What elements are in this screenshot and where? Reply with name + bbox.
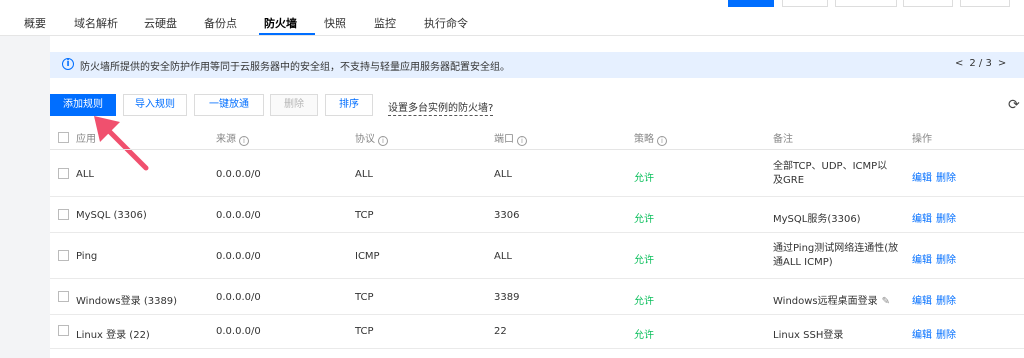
delete-link[interactable]: 删除 bbox=[936, 326, 956, 341]
row-divider bbox=[50, 348, 1024, 349]
cell-port: 3389 bbox=[494, 292, 520, 303]
delete-link[interactable]: 删除 bbox=[936, 251, 956, 266]
notice-text: 防火墙所提供的安全防护作用等同于云服务器中的安全组，不支持与轻量应用服务器配置安… bbox=[80, 62, 510, 73]
pager-next-icon[interactable]: > bbox=[998, 58, 1006, 69]
cell-note-text: Windows远程桌面登录 bbox=[773, 296, 878, 307]
cell-note: 通过Ping测试网络连通性(放通ALL ICMP) bbox=[773, 243, 899, 268]
top-action-button[interactable] bbox=[960, 0, 1010, 7]
delete-link[interactable]: 删除 bbox=[936, 292, 956, 307]
cell-port: ALL bbox=[494, 169, 512, 180]
column-ops: 操作 bbox=[912, 134, 932, 145]
row-checkbox[interactable] bbox=[58, 325, 69, 336]
pager-text: 2 / 3 bbox=[969, 58, 992, 69]
firewall-panel bbox=[50, 36, 1024, 358]
info-icon[interactable]: i bbox=[378, 136, 388, 146]
column-source: 来源 i bbox=[216, 130, 249, 146]
delete-button[interactable]: 删除 bbox=[270, 94, 318, 116]
cell-app: Linux 登录 (22) bbox=[76, 330, 150, 341]
row-divider bbox=[50, 314, 1024, 315]
cell-policy: 允许 bbox=[634, 173, 654, 184]
edit-link[interactable]: 编辑 bbox=[912, 292, 932, 307]
tab-run-command[interactable]: 执行命令 bbox=[424, 15, 468, 31]
edit-link[interactable]: 编辑 bbox=[912, 251, 932, 266]
tab-overview[interactable]: 概要 bbox=[24, 15, 46, 31]
tab-backup[interactable]: 备份点 bbox=[204, 15, 237, 31]
top-action-button[interactable] bbox=[903, 0, 953, 7]
top-action-button[interactable] bbox=[782, 0, 828, 7]
one-click-allow-button[interactable]: 一键放通 bbox=[194, 94, 264, 116]
cell-source: 0.0.0.0/0 bbox=[216, 292, 261, 303]
cell-source: 0.0.0.0/0 bbox=[216, 210, 261, 221]
cell-app: Windows登录 (3389) bbox=[76, 296, 178, 307]
cell-source: 0.0.0.0/0 bbox=[216, 251, 261, 262]
tab-firewall[interactable]: 防火墙 bbox=[264, 15, 297, 31]
row-checkbox[interactable] bbox=[58, 168, 69, 179]
row-checkbox[interactable] bbox=[58, 209, 69, 220]
edit-link[interactable]: 编辑 bbox=[912, 169, 932, 184]
delete-link[interactable]: 删除 bbox=[936, 169, 956, 184]
pager-prev-icon[interactable]: < bbox=[955, 58, 963, 69]
notice-pager: <2 / 3 > bbox=[955, 58, 1012, 69]
column-port: 端口 i bbox=[494, 130, 527, 146]
row-divider bbox=[50, 232, 1024, 233]
cell-policy: 允许 bbox=[634, 214, 654, 225]
cell-app: Ping bbox=[76, 251, 98, 262]
tab-monitor[interactable]: 监控 bbox=[374, 15, 396, 31]
cell-note: Linux SSH登录 bbox=[773, 330, 844, 341]
tab-dns[interactable]: 域名解析 bbox=[74, 15, 118, 31]
cell-note: MySQL服务(3306) bbox=[773, 214, 861, 225]
sort-button[interactable]: 排序 bbox=[325, 94, 373, 116]
tab-snapshot[interactable]: 快照 bbox=[324, 15, 346, 31]
cell-protocol: ALL bbox=[355, 169, 373, 180]
column-app: 应用 bbox=[76, 134, 96, 145]
cell-port: ALL bbox=[494, 251, 512, 262]
cell-protocol: TCP bbox=[355, 326, 374, 337]
edit-link[interactable]: 编辑 bbox=[912, 210, 932, 225]
edit-link[interactable]: 编辑 bbox=[912, 326, 932, 341]
column-protocol: 协议 i bbox=[355, 130, 388, 146]
cell-app: MySQL (3306) bbox=[76, 210, 147, 221]
column-note: 备注 bbox=[773, 134, 793, 145]
multi-instance-firewall-link[interactable]: 设置多台实例的防火墙? bbox=[388, 99, 494, 116]
row-divider bbox=[50, 196, 1024, 197]
top-action-button[interactable] bbox=[728, 0, 774, 7]
cell-note: 全部TCP、UDP、ICMP以及GRE bbox=[773, 161, 888, 186]
info-icon: i bbox=[62, 58, 74, 70]
cell-source: 0.0.0.0/0 bbox=[216, 169, 261, 180]
row-checkbox[interactable] bbox=[58, 291, 69, 302]
cell-note: Windows远程桌面登录 ✎ bbox=[773, 292, 890, 307]
info-icon[interactable]: i bbox=[239, 136, 249, 146]
cell-policy: 允许 bbox=[634, 296, 654, 307]
cell-protocol: ICMP bbox=[355, 251, 380, 262]
column-policy: 策略 i bbox=[634, 130, 667, 146]
delete-link[interactable]: 删除 bbox=[936, 210, 956, 225]
cell-protocol: TCP bbox=[355, 210, 374, 221]
table-header bbox=[50, 124, 1024, 150]
cell-port: 22 bbox=[494, 326, 507, 337]
tab-cloud-disk[interactable]: 云硬盘 bbox=[144, 15, 177, 31]
active-tab-indicator bbox=[259, 33, 315, 35]
cell-app: ALL bbox=[76, 169, 94, 180]
pencil-icon[interactable]: ✎ bbox=[882, 296, 890, 307]
info-icon[interactable]: i bbox=[657, 136, 667, 146]
tab-bar: 概要 域名解析 云硬盘 备份点 防火墙 快照 监控 执行命令 bbox=[0, 0, 1024, 36]
cell-policy: 允许 bbox=[634, 330, 654, 341]
select-all-checkbox[interactable] bbox=[58, 132, 69, 143]
cell-protocol: TCP bbox=[355, 292, 374, 303]
row-divider bbox=[50, 278, 1024, 279]
row-checkbox[interactable] bbox=[58, 250, 69, 261]
cell-policy: 允许 bbox=[634, 255, 654, 266]
top-action-button[interactable] bbox=[835, 0, 897, 7]
cell-port: 3306 bbox=[494, 210, 520, 221]
cell-source: 0.0.0.0/0 bbox=[216, 326, 261, 337]
refresh-icon[interactable]: ⟳ bbox=[1008, 97, 1020, 113]
info-icon[interactable]: i bbox=[517, 136, 527, 146]
